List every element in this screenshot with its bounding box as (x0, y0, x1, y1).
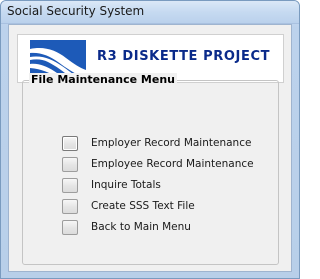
sss-logo-icon (30, 40, 86, 77)
employer-record-button[interactable] (62, 136, 78, 151)
title-bar[interactable]: Social Security System (1, 1, 299, 24)
menu-item-label: Inquire Totals (91, 179, 161, 191)
back-to-main-menu-button[interactable] (62, 220, 78, 235)
menu-item-label: Back to Main Menu (91, 221, 191, 233)
window-title: Social Security System (7, 4, 145, 18)
app-window: Social Security System R3 DISKETTE PROJE… (0, 0, 300, 279)
group-legend: File Maintenance Menu (29, 73, 177, 86)
file-maintenance-group: File Maintenance Menu Employer Record Ma… (22, 73, 279, 265)
client-area: R3 DISKETTE PROJECT File Maintenance Men… (8, 24, 292, 272)
menu-item-label: Employee Record Maintenance (91, 158, 254, 170)
inquire-totals-button[interactable] (62, 178, 78, 193)
employee-record-button[interactable] (62, 157, 78, 172)
banner-title: R3 DISKETTE PROJECT (97, 49, 271, 64)
menu-item-label: Create SSS Text File (91, 200, 195, 212)
menu-item-label: Employer Record Maintenance (91, 137, 252, 149)
create-text-file-button[interactable] (62, 199, 78, 214)
